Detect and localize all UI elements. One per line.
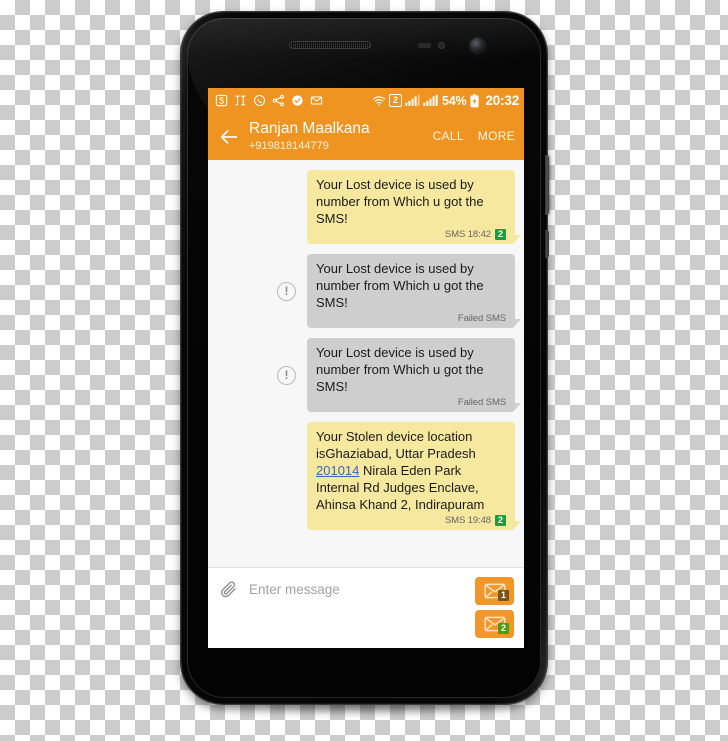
send-sim-badge: 1 xyxy=(498,590,509,601)
status-bar-system-icons: 2 54% 20:32 xyxy=(372,93,519,108)
battery-percent-label: 54% xyxy=(442,93,467,108)
clock-label: 20:32 xyxy=(485,93,519,108)
message-input[interactable]: Enter message xyxy=(238,577,475,600)
message-text: Your Lost device is used by number from … xyxy=(316,177,484,226)
message-timestamp: SMS 18:42 xyxy=(444,229,491,240)
check-circle-icon xyxy=(290,94,304,108)
message-bubble-failed[interactable]: Your Lost device is used by number from … xyxy=(307,338,521,412)
message-sim-badge: 2 xyxy=(495,229,506,240)
message-list[interactable]: Your Lost device is used by number from … xyxy=(208,160,524,567)
paperclip-icon[interactable] xyxy=(219,580,238,599)
message-composer: Enter message 1 2 xyxy=(208,567,524,648)
light-sensor-icon xyxy=(438,42,445,49)
message-row: Your Stolen device location isGhaziabad,… xyxy=(217,422,521,530)
message-text: Your Lost device is used by number from … xyxy=(316,345,484,394)
share-icon xyxy=(271,94,285,108)
envelope-icon xyxy=(309,94,323,108)
whatsapp-icon xyxy=(252,94,266,108)
send-sim-badge: 2 xyxy=(498,623,509,634)
contact-name: Ranjan Maalkana xyxy=(249,120,370,137)
message-bubble-sent[interactable]: Your Lost device is used by number from … xyxy=(307,170,521,244)
phone-screen: 2 54% 20:32 Ranjan Maalkana +91981814477… xyxy=(208,88,524,648)
more-button[interactable]: MORE xyxy=(478,129,515,143)
power-button[interactable] xyxy=(545,155,549,215)
failed-exclamation-icon[interactable]: ! xyxy=(277,365,296,385)
front-camera-icon xyxy=(470,38,485,53)
wifi-icon xyxy=(372,94,386,108)
earpiece-speaker-icon xyxy=(289,41,371,49)
battery-charging-icon xyxy=(469,93,480,108)
send-sim1-button[interactable]: 1 xyxy=(475,577,514,605)
message-bubble-failed[interactable]: Your Lost device is used by number from … xyxy=(307,254,521,328)
back-arrow-icon[interactable] xyxy=(218,126,240,148)
send-sim2-button[interactable]: 2 xyxy=(475,610,514,638)
send-buttons: 1 2 xyxy=(475,577,514,638)
conversation-header: Ranjan Maalkana +919818144779 CALL MORE xyxy=(208,113,524,160)
message-row: ! Your Lost device is used by number fro… xyxy=(217,338,521,412)
message-meta: SMS 18:42 2 xyxy=(316,229,506,240)
contact-info[interactable]: Ranjan Maalkana +919818144779 xyxy=(249,120,370,153)
proximity-sensor-icon xyxy=(418,43,431,48)
message-link[interactable]: 201014 xyxy=(316,463,359,478)
message-text: Your Lost device is used by number from … xyxy=(316,261,484,310)
volume-button[interactable] xyxy=(545,230,549,258)
message-bubble-sent[interactable]: Your Stolen device location isGhaziabad,… xyxy=(307,422,521,530)
message-row: Your Lost device is used by number from … xyxy=(217,170,521,244)
status-bar-notification-icons xyxy=(214,94,323,108)
sim-indicator-badge: 2 xyxy=(389,94,403,107)
message-text: Your Stolen device location isGhaziabad,… xyxy=(316,428,506,513)
message-row: ! Your Lost device is used by number fro… xyxy=(217,254,521,328)
signal-bars-sim1-icon xyxy=(405,94,420,108)
message-sim-badge: 2 xyxy=(495,515,506,526)
message-status: Failed SMS xyxy=(457,313,506,324)
message-status: Failed SMS xyxy=(457,397,506,408)
app-s-icon xyxy=(214,94,228,108)
failed-exclamation-icon[interactable]: ! xyxy=(277,281,296,301)
header-actions: CALL MORE xyxy=(433,129,515,144)
contact-phone-number: +919818144779 xyxy=(249,140,329,152)
status-bar: 2 54% 20:32 xyxy=(208,88,524,113)
signal-bars-sim2-icon xyxy=(423,94,438,108)
message-meta: SMS 19:48 2 xyxy=(316,515,506,526)
message-meta: Failed SMS xyxy=(316,313,506,324)
call-button[interactable]: CALL xyxy=(433,129,464,143)
app-et-icon xyxy=(233,94,247,108)
message-text-part: Your Stolen device location isGhaziabad,… xyxy=(316,429,476,461)
message-timestamp: SMS 19:48 xyxy=(444,515,491,526)
message-meta: Failed SMS xyxy=(316,397,506,408)
